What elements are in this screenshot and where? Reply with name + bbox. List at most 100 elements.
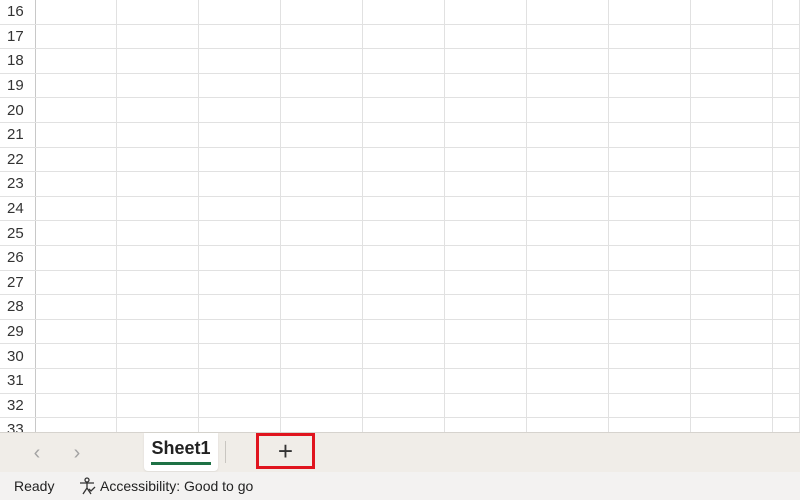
grid-cell[interactable] (445, 270, 527, 295)
grid-cell[interactable] (691, 0, 773, 24)
grid-cell[interactable] (691, 393, 773, 418)
grid-cell[interactable] (609, 369, 691, 393)
grid-cell[interactable] (445, 319, 527, 344)
grid-cell[interactable] (36, 123, 117, 147)
grid-cell[interactable] (691, 24, 773, 49)
grid-cell[interactable] (117, 123, 199, 147)
grid-cell[interactable] (773, 49, 800, 73)
grid-cell[interactable] (363, 147, 445, 172)
grid-cell[interactable] (36, 393, 117, 418)
grid-cell[interactable] (773, 147, 800, 172)
grid-cell[interactable] (36, 221, 117, 245)
grid-cell[interactable] (363, 295, 445, 319)
grid-cell[interactable] (445, 123, 527, 147)
grid-cell[interactable] (36, 49, 117, 73)
row-header[interactable]: 28 (0, 295, 36, 319)
grid-cell[interactable] (527, 147, 609, 172)
grid-cell[interactable] (527, 295, 609, 319)
grid-cell[interactable] (445, 196, 527, 221)
grid-cell[interactable] (199, 369, 281, 393)
row-header[interactable]: 26 (0, 246, 36, 270)
grid-cell[interactable] (281, 270, 363, 295)
grid-cell[interactable] (691, 344, 773, 368)
row-header[interactable]: 18 (0, 49, 36, 73)
grid-cell[interactable] (36, 98, 117, 122)
row-header[interactable]: 31 (0, 369, 36, 393)
grid-cell[interactable] (36, 172, 117, 196)
grid-cell[interactable] (773, 270, 800, 295)
row-header[interactable]: 21 (0, 123, 36, 147)
grid-cell[interactable] (363, 24, 445, 49)
grid-cell[interactable] (281, 344, 363, 368)
chevron-left-icon[interactable]: ‹ (26, 441, 48, 465)
grid-cell[interactable] (363, 393, 445, 418)
grid-cell[interactable] (199, 24, 281, 49)
grid-cell[interactable] (36, 246, 117, 270)
grid-cell[interactable] (199, 147, 281, 172)
row-header[interactable]: 22 (0, 147, 36, 172)
grid-cell[interactable] (691, 246, 773, 270)
grid-cell[interactable] (445, 246, 527, 270)
grid-cell[interactable] (691, 49, 773, 73)
row-header[interactable]: 19 (0, 73, 36, 98)
grid-cell[interactable] (773, 73, 800, 98)
accessibility-status[interactable]: Accessibility: Good to go (78, 477, 253, 495)
grid-cell[interactable] (609, 270, 691, 295)
grid-cell[interactable] (117, 295, 199, 319)
grid-cell[interactable] (363, 73, 445, 98)
grid-cell[interactable] (117, 24, 199, 49)
grid-cell[interactable] (609, 196, 691, 221)
grid-cell[interactable] (773, 246, 800, 270)
grid-cell[interactable] (609, 123, 691, 147)
grid-cell[interactable] (527, 172, 609, 196)
grid-cell[interactable] (527, 246, 609, 270)
grid-cell[interactable] (773, 196, 800, 221)
grid-cell[interactable] (117, 147, 199, 172)
row-header[interactable]: 23 (0, 172, 36, 196)
grid-cell[interactable] (363, 270, 445, 295)
grid-cell[interactable] (691, 123, 773, 147)
grid-cell[interactable] (691, 369, 773, 393)
row-header[interactable]: 29 (0, 319, 36, 344)
grid-cell[interactable] (609, 418, 691, 432)
grid-cell[interactable] (199, 196, 281, 221)
grid-cell[interactable] (691, 147, 773, 172)
grid-cell[interactable] (117, 246, 199, 270)
grid-cell[interactable] (773, 319, 800, 344)
grid-cell[interactable] (445, 98, 527, 122)
grid-cell[interactable] (281, 221, 363, 245)
grid-cell[interactable] (36, 295, 117, 319)
grid-cell[interactable] (281, 24, 363, 49)
grid-cell[interactable] (199, 270, 281, 295)
grid-cell[interactable] (527, 344, 609, 368)
grid-cell[interactable] (445, 344, 527, 368)
row-header[interactable]: 25 (0, 221, 36, 245)
grid-cell[interactable] (527, 418, 609, 432)
grid-cell[interactable] (609, 49, 691, 73)
grid-cell[interactable] (281, 295, 363, 319)
grid-cell[interactable] (773, 295, 800, 319)
grid-cell[interactable] (363, 418, 445, 432)
grid-cell[interactable] (281, 319, 363, 344)
grid-cell[interactable] (117, 344, 199, 368)
grid-cell[interactable] (36, 369, 117, 393)
grid-cell[interactable] (691, 270, 773, 295)
row-header[interactable]: 33 (0, 418, 36, 432)
grid-cell[interactable] (773, 98, 800, 122)
grid-cell[interactable] (117, 418, 199, 432)
grid-cell[interactable] (199, 0, 281, 24)
grid-cell[interactable] (117, 270, 199, 295)
grid-cell[interactable] (199, 49, 281, 73)
grid-cell[interactable] (281, 172, 363, 196)
grid-cell[interactable] (527, 221, 609, 245)
grid-cell[interactable] (363, 0, 445, 24)
grid-cell[interactable] (445, 369, 527, 393)
grid-cell[interactable] (445, 221, 527, 245)
grid-cell[interactable] (445, 24, 527, 49)
grid-cell[interactable] (609, 24, 691, 49)
grid-cell[interactable] (609, 221, 691, 245)
grid-cell[interactable] (281, 49, 363, 73)
grid-cell[interactable] (363, 319, 445, 344)
grid-cell[interactable] (609, 246, 691, 270)
grid-cell[interactable] (36, 319, 117, 344)
